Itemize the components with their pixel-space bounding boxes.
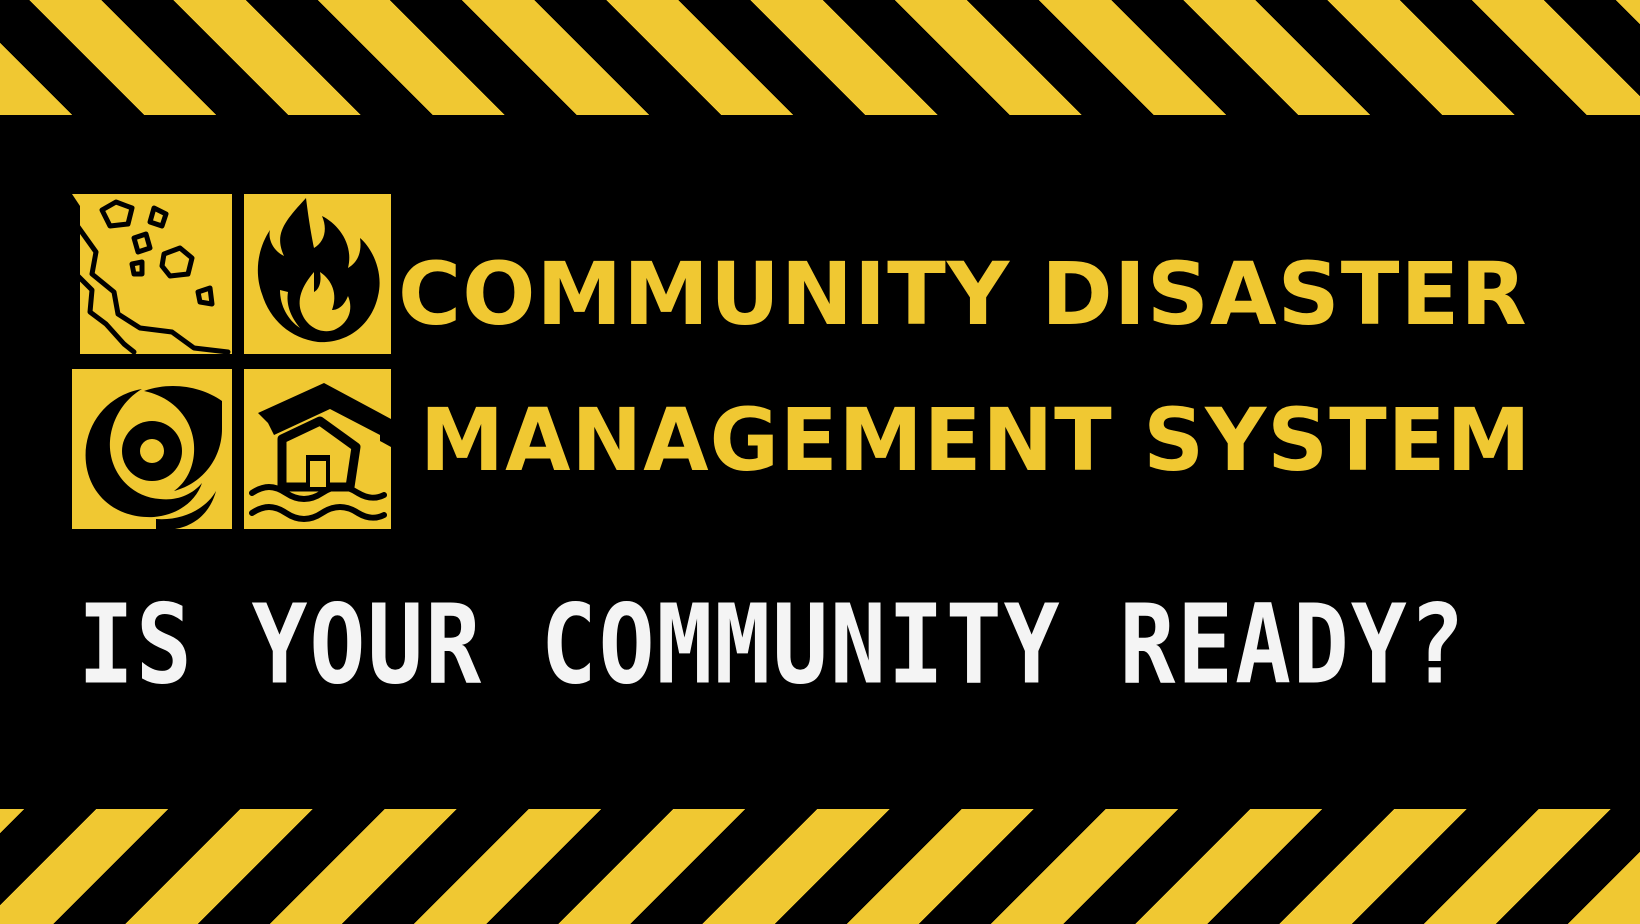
disaster-icon-grid <box>72 194 391 531</box>
tagline: IS YOUR COMMUNITY READY? <box>78 580 1467 709</box>
banner: COMMUNITY DISASTER MANAGEMENT SYSTEM IS … <box>0 0 1640 924</box>
landslide-icon <box>72 194 232 354</box>
fire-icon <box>244 194 391 354</box>
hazard-stripe-top <box>0 0 1640 115</box>
title-line-2: MANAGEMENT SYSTEM <box>420 390 1532 492</box>
hazard-stripe-bottom <box>0 809 1640 924</box>
title-line-1: COMMUNITY DISASTER <box>398 244 1528 346</box>
hurricane-icon <box>72 369 232 529</box>
flood-icon <box>244 369 391 529</box>
